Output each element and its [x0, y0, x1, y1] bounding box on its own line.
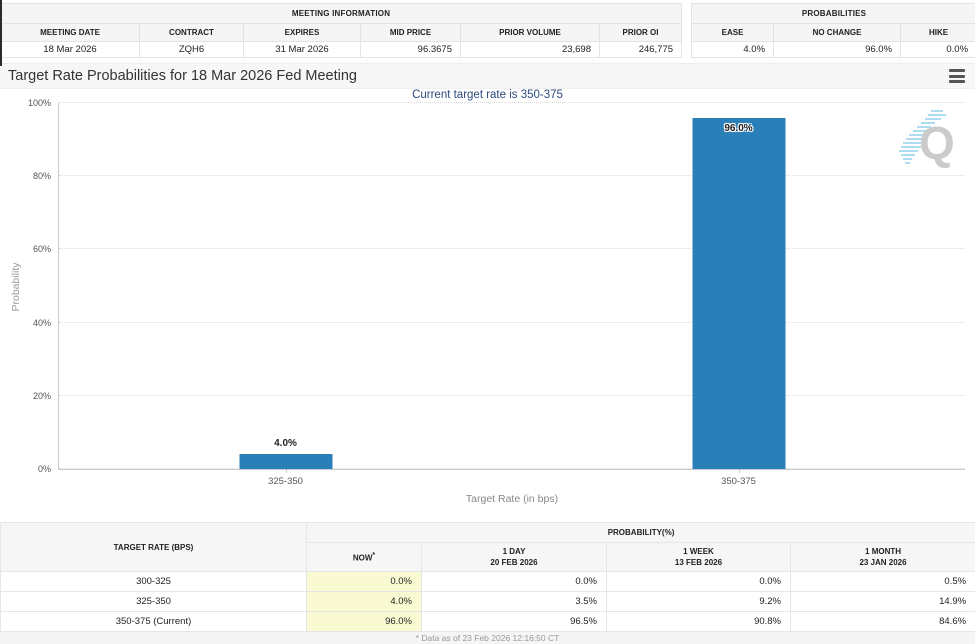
prior-volume-header: PRIOR VOLUME — [460, 23, 600, 42]
contract-header: CONTRACT — [139, 23, 244, 42]
x-axis-category-label: 350-375 — [721, 476, 756, 487]
no-change-value: 96.0% — [773, 41, 902, 58]
hamburger-menu-icon[interactable] — [949, 69, 965, 83]
table-row: 300-325 0.0% 0.0% 0.0% 0.5% — [0, 571, 975, 592]
meeting-information-table: MEETING INFORMATION MEETING DATE CONTRAC… — [0, 3, 683, 58]
x-axis-tick — [285, 469, 287, 473]
x-axis-tick — [738, 469, 740, 473]
probability-group-header: PROBABILITY(%) — [305, 522, 975, 543]
prior-oi-value: 246,775 — [598, 41, 683, 58]
meeting-date-header: MEETING DATE — [0, 23, 140, 42]
fedwatch-page: MEETING INFORMATION MEETING DATE CONTRAC… — [0, 0, 975, 644]
one-week-column-header: 1 WEEK 13 FEB 2026 — [606, 542, 791, 572]
probabilities-summary-table: PROBABILITIES EASE NO CHANGE HIKE 4.0% 9… — [691, 3, 975, 58]
gridline — [59, 468, 965, 469]
y-axis-tick-label: 80% — [32, 171, 51, 182]
month-probability-cell: 14.9% — [789, 591, 975, 612]
expires-header: EXPIRES — [243, 23, 361, 42]
gridline — [59, 248, 965, 250]
mid-price-header: MID PRICE — [360, 23, 461, 42]
y-axis-tick-label: 0% — [37, 464, 51, 474]
probability-chart: Current target rate is 350-375 Probabili… — [0, 89, 975, 519]
y-axis-tick-label: 40% — [32, 317, 51, 328]
day-probability-cell: 0.0% — [421, 571, 607, 592]
gridline — [59, 175, 965, 177]
no-change-header: NO CHANGE — [773, 23, 902, 42]
probabilities-title: PROBABILITIES — [691, 3, 975, 24]
expires-value: 31 Mar 2026 — [243, 41, 361, 58]
chart-header: Target Rate Probabilities for 18 Mar 202… — [0, 63, 975, 89]
month-probability-cell: 84.6% — [789, 611, 975, 632]
probability-bar[interactable] — [692, 117, 785, 469]
rate-range-cell: 350-375 (Current) — [0, 611, 307, 632]
meeting-date-value: 18 Mar 2026 — [0, 41, 140, 58]
target-rate-bps-header: TARGET RATE (BPS) — [0, 522, 307, 572]
y-axis-tick-label: 20% — [32, 390, 51, 401]
probability-history-table: TARGET RATE (BPS) PROBABILITY(%) NOW* 1 … — [0, 522, 975, 632]
rate-range-cell: 300-325 — [0, 571, 307, 592]
ease-header: EASE — [691, 23, 775, 42]
one-day-column-header: 1 DAY 20 FEB 2026 — [421, 542, 607, 572]
week-probability-cell: 9.2% — [606, 591, 791, 612]
x-axis-title: Target Rate (in bps) — [465, 493, 559, 505]
week-probability-cell: 0.0% — [606, 571, 791, 592]
table-row: 350-375 (Current) 96.0% 96.5% 90.8% 84.6… — [0, 611, 975, 632]
week-probability-cell: 90.8% — [606, 611, 791, 632]
y-axis-tick-label: 60% — [32, 244, 51, 255]
bar-value-label: 4.0% — [274, 438, 297, 450]
y-axis-tick-label: 100% — [27, 98, 51, 108]
meeting-information-title: MEETING INFORMATION — [0, 3, 683, 24]
y-axis-title: Probability — [10, 262, 22, 312]
rate-range-cell: 325-350 — [0, 591, 307, 612]
chart-title: Target Rate Probabilities for 18 Mar 202… — [8, 68, 357, 84]
one-month-column-header: 1 MONTH 23 JAN 2026 — [789, 542, 975, 572]
hike-header: HIKE — [900, 23, 975, 42]
quikstrike-watermark: Q — [891, 107, 963, 179]
bar-value-label: 96.0% — [724, 122, 753, 134]
day-probability-cell: 96.5% — [421, 611, 607, 632]
now-probability-cell: 0.0% — [306, 571, 422, 592]
prior-volume-value: 23,698 — [460, 41, 600, 58]
screen-edge-artifact — [0, 0, 2, 66]
month-probability-cell: 0.5% — [789, 571, 975, 592]
gridline — [59, 321, 965, 323]
contract-value: ZQH6 — [139, 41, 244, 58]
ease-value: 4.0% — [691, 41, 775, 58]
day-probability-cell: 3.5% — [421, 591, 607, 612]
top-summary: MEETING INFORMATION MEETING DATE CONTRAC… — [0, 0, 975, 58]
table-row: 325-350 4.0% 3.5% 9.2% 14.9% — [0, 591, 975, 612]
probability-bar[interactable] — [239, 454, 332, 469]
data-as-of-footnote: * Data as of 23 Feb 2026 12:16:50 CT — [0, 632, 975, 644]
now-probability-cell: 4.0% — [306, 591, 422, 612]
chart-subtitle: Current target rate is 350-375 — [412, 89, 563, 101]
prior-oi-header: PRIOR OI — [598, 23, 683, 42]
x-axis-category-label: 325-350 — [268, 476, 303, 487]
now-column-header: NOW* — [306, 542, 422, 572]
mid-price-value: 96.3675 — [360, 41, 461, 58]
gridline — [59, 102, 965, 103]
now-probability-cell: 96.0% — [306, 611, 422, 632]
hike-value: 0.0% — [900, 41, 975, 58]
watermark-letter: Q — [919, 117, 955, 169]
gridline — [59, 394, 965, 396]
plot-area: Target Rate (in bps) 0% 20% 40% 60% 80% 100% 4… — [28, 98, 965, 505]
